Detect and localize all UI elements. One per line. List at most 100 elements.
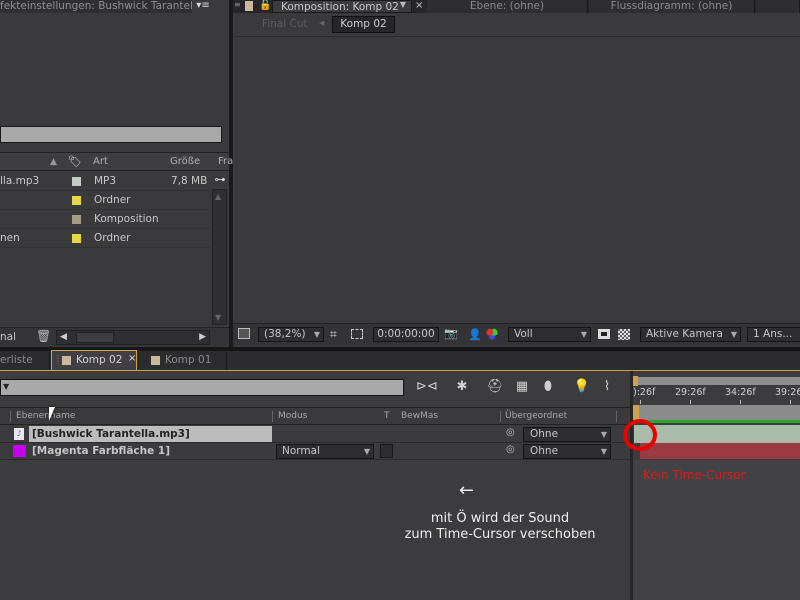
graph-editor-icon[interactable]: ⌇	[597, 378, 617, 396]
item-type: Ordner	[94, 232, 131, 244]
layer-name[interactable]: [Magenta Farbfläche 1]	[32, 443, 170, 459]
time-ruler[interactable]: ):26f 29:26f 34:26f 39:26	[633, 386, 800, 404]
tab-komp01[interactable]: Komp 01	[139, 352, 227, 370]
parent-dropdown[interactable]: Ohne ▼	[523, 444, 611, 459]
column-frame[interactable]: Fra	[218, 153, 233, 171]
comp-tab-dropdown-icon[interactable]: ▼	[396, 0, 410, 12]
parent-dropdown[interactable]: Ohne ▼	[523, 427, 611, 442]
region-of-interest-icon[interactable]	[598, 329, 610, 339]
close-tab-icon[interactable]: ×	[128, 353, 136, 364]
time-navigator[interactable]	[633, 377, 800, 385]
scroll-thumb[interactable]	[76, 332, 114, 343]
item-type: Komposition	[94, 213, 159, 225]
work-area-start-handle[interactable]	[633, 405, 639, 420]
motion-blur-icon[interactable]: ⬮	[538, 378, 558, 396]
search-dropdown-icon[interactable]: ▼	[3, 382, 9, 391]
resolution-dropdown[interactable]: Voll ▼	[508, 327, 591, 342]
tab-flowchart[interactable]: Flussdiagramm: (ohne)	[589, 0, 755, 13]
always-preview-icon[interactable]	[238, 328, 250, 339]
layer-name-field[interactable]: [Bushwick Tarantella.mp3]	[29, 426, 272, 442]
show-snapshot-icon[interactable]: 👤	[468, 328, 482, 341]
item-size: 7,8 MB	[171, 175, 208, 187]
parent-pickwhip-icon[interactable]: ◎	[506, 427, 515, 438]
bpc-label[interactable]: nal	[0, 331, 16, 343]
blend-mode-dropdown[interactable]: Normal ▼	[276, 444, 374, 459]
layer-column-header: Ebenenname Modus T BewMas Übergeordnet	[0, 407, 630, 425]
comp-tab-grip[interactable]: ≡	[234, 0, 241, 12]
snapshot-icon[interactable]: 📷	[444, 327, 458, 340]
caption: mit Ö wird der Sound zum Time-Cursor ver…	[380, 511, 620, 543]
breadcrumb-prev[interactable]: Final Cut	[262, 18, 308, 30]
column-parent[interactable]: Übergeordnet	[505, 408, 567, 425]
scroll-right-icon[interactable]: ▶	[199, 332, 206, 342]
title-action-safe-icon[interactable]: ⌗	[330, 327, 337, 342]
breadcrumb-current[interactable]: Komp 02	[332, 16, 395, 33]
magnification-dropdown[interactable]: (38,2%) ▼	[258, 327, 324, 342]
transparency-grid-icon[interactable]	[618, 329, 630, 340]
ruler-tick-label: ):26f	[633, 387, 656, 398]
tab-label: Komp 02	[76, 354, 123, 366]
effect-controls-tab[interactable]: fekteinstellungen: Bushwick Tarantella	[0, 0, 192, 13]
sort-arrow-icon[interactable]: ▲	[50, 153, 57, 171]
time-navigator-start-handle[interactable]	[633, 376, 638, 386]
tab-composition[interactable]: Komposition: Komp 02	[272, 0, 412, 13]
column-type[interactable]: Art	[93, 153, 108, 171]
scroll-up-icon[interactable]: ▲	[215, 192, 221, 201]
label-swatch[interactable]	[72, 234, 81, 243]
project-horizontal-scrollbar[interactable]: ◀ ▶	[56, 330, 210, 345]
project-row[interactable]: nen Ordner	[0, 229, 210, 248]
comp-flowchart-icon[interactable]: ⊳⊲	[416, 378, 438, 396]
caption-line-2: zum Time-Cursor verschoben	[404, 527, 596, 542]
ruler-tick-label: 39:26	[775, 387, 800, 398]
parent-pickwhip-icon[interactable]: ◎	[506, 444, 515, 455]
layer-color-swatch	[13, 445, 26, 457]
caption-line-1: mit Ö wird der Sound	[430, 511, 570, 526]
project-row[interactable]: Ordner	[0, 191, 210, 210]
trash-icon[interactable]: 🗑	[36, 329, 51, 343]
project-search-input[interactable]	[0, 126, 222, 143]
audio-layer-bar[interactable]	[634, 425, 800, 443]
hide-shy-layers-icon[interactable]: ⛑	[485, 378, 505, 396]
tab-komp02[interactable]: ⋮ Komp 02 ×	[51, 350, 137, 370]
layer-row[interactable]: [Magenta Farbfläche 1] Normal ▼ ◎ Ohne ▼	[0, 443, 630, 460]
highlight-circle	[623, 419, 657, 451]
label-swatch[interactable]	[72, 196, 81, 205]
label-swatch[interactable]	[72, 177, 81, 186]
project-row[interactable]: Komposition	[0, 210, 210, 229]
solid-layer-bar[interactable]	[640, 443, 800, 459]
column-mode[interactable]: Modus	[278, 408, 307, 425]
audio-file-icon: ♪	[14, 428, 24, 440]
flowchart-icon[interactable]: ⊶	[212, 173, 228, 188]
scroll-left-icon[interactable]: ◀	[60, 332, 67, 342]
mask-visibility-icon[interactable]	[351, 329, 363, 339]
camera-dropdown[interactable]: Aktive Kamera ▼	[640, 327, 741, 342]
channel-icon[interactable]	[486, 328, 498, 340]
tab-extra[interactable]	[756, 0, 800, 13]
frame-blending-icon[interactable]: ▦	[512, 378, 532, 396]
timeline-search-input[interactable]: ▼	[0, 379, 404, 396]
column-layer-name[interactable]: Ebenenname	[16, 408, 75, 425]
ruler-tick-label: 29:26f	[675, 387, 706, 398]
lock-icon[interactable]: 🔓	[259, 0, 271, 11]
views-dropdown[interactable]: 1 Ans...	[747, 327, 800, 342]
column-size[interactable]: Größe	[170, 153, 200, 171]
tab-grip-icon[interactable]: ⋮	[54, 354, 62, 363]
project-vertical-scrollbar[interactable]: ▲ ▼	[212, 189, 227, 325]
draft-3d-icon[interactable]: ✱	[452, 378, 472, 396]
panel-menu-icon[interactable]: ▾≡	[194, 0, 212, 13]
scroll-down-icon[interactable]: ▼	[215, 313, 221, 322]
tab-layer[interactable]: Ebene: (ohne)	[427, 0, 588, 13]
column-t[interactable]: T	[384, 408, 390, 425]
comp-viewer[interactable]	[235, 36, 800, 323]
label-tag-icon[interactable]: 🏷	[68, 153, 82, 171]
current-time-display[interactable]: 0:00:00:00	[373, 327, 439, 342]
tab-render-queue[interactable]: erliste	[0, 352, 50, 370]
project-row[interactable]: lla.mp3 MP3 7,8 MB	[0, 172, 210, 191]
preserve-transparency-checkbox[interactable]	[380, 444, 393, 458]
label-swatch[interactable]	[72, 215, 81, 224]
column-trkmat[interactable]: BewMas	[401, 408, 438, 425]
brainstorm-icon[interactable]: 💡	[572, 378, 592, 396]
close-tab-icon[interactable]: ×	[415, 0, 423, 11]
layer-row[interactable]: ♪ [Bushwick Tarantella.mp3] ◎ Ohne ▼	[0, 426, 630, 443]
left-arrow-icon: ←	[459, 480, 475, 501]
